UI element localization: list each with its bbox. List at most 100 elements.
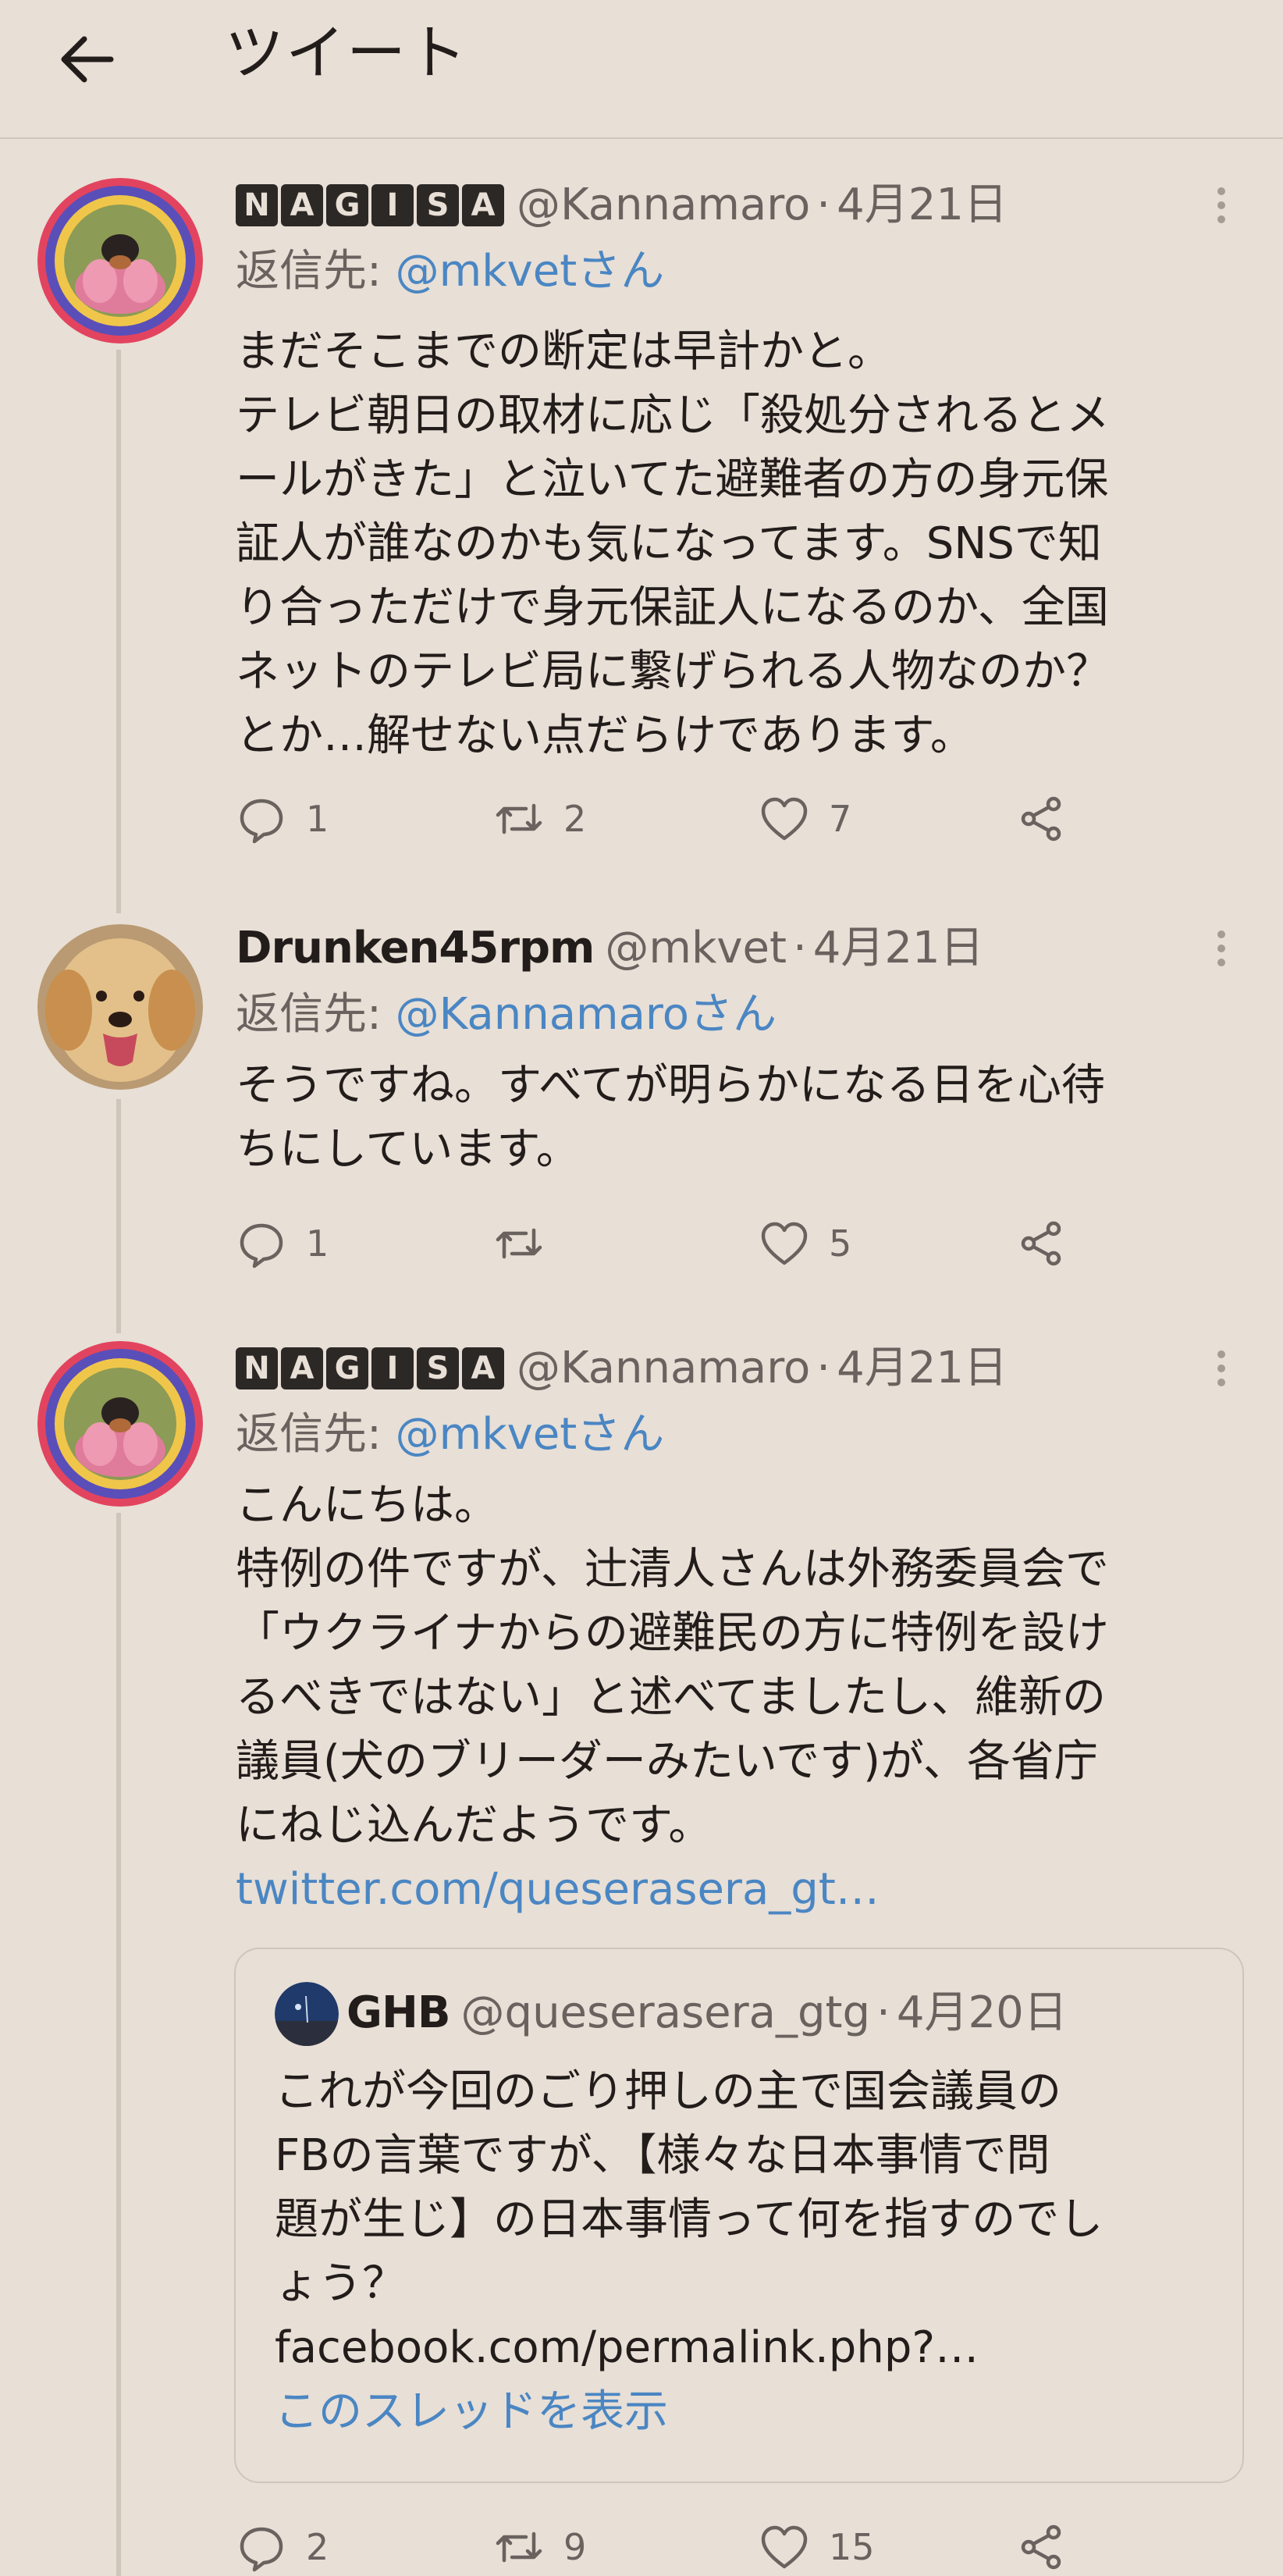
reply-prefix: 返信先: — [236, 1409, 396, 1460]
author-handle: @Kannamaro — [517, 1343, 811, 1393]
quoted-link[interactable]: facebook.com/permalink.php?… — [275, 2316, 1227, 2380]
tweet-text-line: テレビ朝日の取材に応じ「殺処分されるとメ — [236, 390, 1110, 441]
back-arrow-icon[interactable] — [55, 27, 120, 92]
tweet-author[interactable]: Drunken45rpm @mkvet · 4月21日 — [236, 921, 984, 976]
retweet-count: 9 — [563, 2526, 587, 2568]
share-button[interactable] — [1015, 792, 1069, 846]
tweet-text-line: り合っただけで身元保証人になるのか、全国 — [236, 582, 1109, 633]
tweet-text-line: るべきではない」と述べてましたし、維新の — [236, 1672, 1106, 1723]
separator-dot: · — [816, 1343, 831, 1393]
separator-dot: · — [876, 1987, 890, 2038]
tweet-date[interactable]: 4月21日 — [837, 1343, 1008, 1393]
retweet-icon — [496, 803, 542, 834]
badge-letter: S — [417, 184, 459, 226]
quoted-text-line: これが今回のごり押しの主で国会議員の — [275, 2066, 1061, 2117]
name-badges: N A G I S A — [236, 184, 504, 226]
badge-letter: A — [462, 184, 504, 226]
heart-icon — [761, 2525, 808, 2569]
reply-context: 返信先: @mkvetさん — [236, 244, 664, 300]
tweet-text-line: まだそこまでの断定は早計かと。 — [236, 326, 891, 377]
tweet-actions: 2 9 15 — [234, 2520, 1093, 2574]
tweet-text-line: そうですね。すべてが明らかになる日を心待 — [236, 1060, 1105, 1111]
badge-letter: A — [462, 1347, 504, 1389]
tweet-text: そうですね。すべてが明らかになる日を心待 ちにしています。 — [236, 1054, 1242, 1182]
quoted-avatar — [275, 1982, 339, 2046]
top-bar: ツイート — [0, 0, 1283, 139]
retweet-icon — [496, 2532, 542, 2563]
reply-prefix: 返信先: — [236, 989, 396, 1040]
badge-letter: I — [371, 184, 414, 226]
like-count: 15 — [829, 2526, 875, 2568]
quoted-tweet-card[interactable]: GHB @queserasera_gtg · 4月20日 これが今回のごり押しの主で国… — [234, 1948, 1244, 2483]
reply-prefix: 返信先: — [236, 246, 396, 297]
badge-letter: A — [281, 184, 323, 226]
tweet-author[interactable]: N A G I S A @Kannamaro · 4月21日 — [236, 1341, 1008, 1396]
tweet-text-line: 特例の件ですが、辻清人さんは外務委員会で — [236, 1544, 1109, 1595]
tweet-actions: 1 5 — [234, 1216, 1093, 1271]
quoted-text-line: FBの言葉ですが、【様々な日本事情で問 — [275, 2130, 1050, 2181]
more-options-icon[interactable] — [1202, 178, 1241, 233]
quoted-text-line: ょう？ — [275, 2258, 406, 2309]
share-icon — [1021, 1221, 1061, 1266]
retweet-count: 2 — [563, 798, 587, 840]
share-icon — [1021, 796, 1061, 841]
name-badges: N A G I S A — [236, 1347, 504, 1389]
tweet-author[interactable]: N A G I S A @Kannamaro · 4月21日 — [236, 178, 1008, 233]
reply-button[interactable]: 1 — [234, 792, 329, 846]
separator-dot: · — [816, 180, 831, 230]
tweet[interactable]: N A G I S A @Kannamaro · 4月21日 返信先: @mkvet… — [0, 178, 1283, 857]
quoted-author[interactable]: GHB @queserasera_gtg · 4月20日 — [347, 1985, 1068, 2041]
avatar[interactable] — [37, 1341, 203, 1507]
tweet[interactable]: Drunken45rpm @mkvet · 4月21日 返信先: @Kannamaro… — [0, 921, 1283, 1311]
like-count: 5 — [829, 1222, 852, 1265]
share-button[interactable] — [1015, 1216, 1069, 1271]
reply-button[interactable]: 2 — [234, 2520, 329, 2574]
reply-icon — [240, 1223, 283, 1268]
retweet-icon — [496, 1228, 542, 1259]
tweet-link[interactable]: twitter.com/queserasera_gt… — [236, 1858, 1242, 1922]
tweet-text-line: にねじ込んだようです。 — [236, 1800, 713, 1851]
reply-count: 1 — [306, 1222, 329, 1265]
retweet-button[interactable]: 9 — [492, 2520, 586, 2574]
separator-dot: · — [792, 923, 807, 973]
tweet-text-line: こんにちは。 — [236, 1480, 498, 1531]
retweet-button[interactable] — [492, 1216, 563, 1271]
reply-to-link[interactable]: @mkvetさん — [396, 1409, 665, 1460]
badge-letter: S — [417, 1347, 459, 1389]
quoted-date: 4月20日 — [896, 1987, 1068, 2038]
like-button[interactable]: 5 — [757, 1216, 851, 1271]
tweet-text-line: 「ウクライナからの避難民の方に特例を設け — [236, 1608, 1109, 1659]
reply-to-link[interactable]: @Kannamaroさん — [396, 989, 777, 1040]
like-button[interactable]: 15 — [757, 2520, 875, 2574]
author-handle: @mkvet — [605, 923, 787, 973]
avatar[interactable] — [37, 178, 203, 343]
tweet-date[interactable]: 4月21日 — [837, 180, 1008, 230]
tweet-text-line: 証人が誰なのかも気になってます。SNSで知 — [236, 518, 1102, 569]
reply-icon — [240, 2527, 283, 2572]
retweet-button[interactable]: 2 — [492, 792, 586, 846]
share-icon — [1021, 2524, 1061, 2570]
share-button[interactable] — [1015, 2520, 1069, 2574]
heart-icon — [761, 1222, 808, 1265]
show-thread-link[interactable]: このスレッドを表示 — [275, 2380, 1227, 2444]
tweet-text-line: ールがきた」と泣いてた避難者の方の身元保 — [236, 454, 1109, 505]
more-options-icon[interactable] — [1202, 921, 1241, 976]
reply-button[interactable]: 1 — [234, 1216, 329, 1271]
quoted-display-name: GHB — [347, 1987, 451, 2038]
quoted-text: これが今回のごり押しの主で国会議員の FBの言葉ですが、【様々な日本事情で問 題… — [275, 2060, 1227, 2444]
reply-count: 2 — [306, 2526, 329, 2568]
badge-letter: I — [371, 1347, 414, 1389]
page-title: ツイート — [225, 18, 468, 87]
avatar[interactable] — [37, 924, 203, 1090]
tweet-date[interactable]: 4月21日 — [813, 923, 984, 973]
tweet-text-line: ちにしています。 — [236, 1124, 580, 1175]
like-button[interactable]: 7 — [757, 792, 851, 846]
reply-context: 返信先: @Kannamaroさん — [236, 987, 777, 1043]
reply-to-link[interactable]: @mkvetさん — [396, 246, 665, 297]
more-options-icon[interactable] — [1202, 1341, 1241, 1396]
reply-count: 1 — [306, 798, 329, 840]
reply-context: 返信先: @mkvetさん — [236, 1407, 664, 1463]
tweet-text-line: ネットのテレビ局に繋げられる人物なのか？ — [236, 646, 1110, 697]
tweet-text: こんにちは。 特例の件ですが、辻清人さんは外務委員会で 「ウクライナからの避難民… — [236, 1474, 1242, 1922]
tweet-actions: 1 2 7 — [234, 792, 1093, 846]
